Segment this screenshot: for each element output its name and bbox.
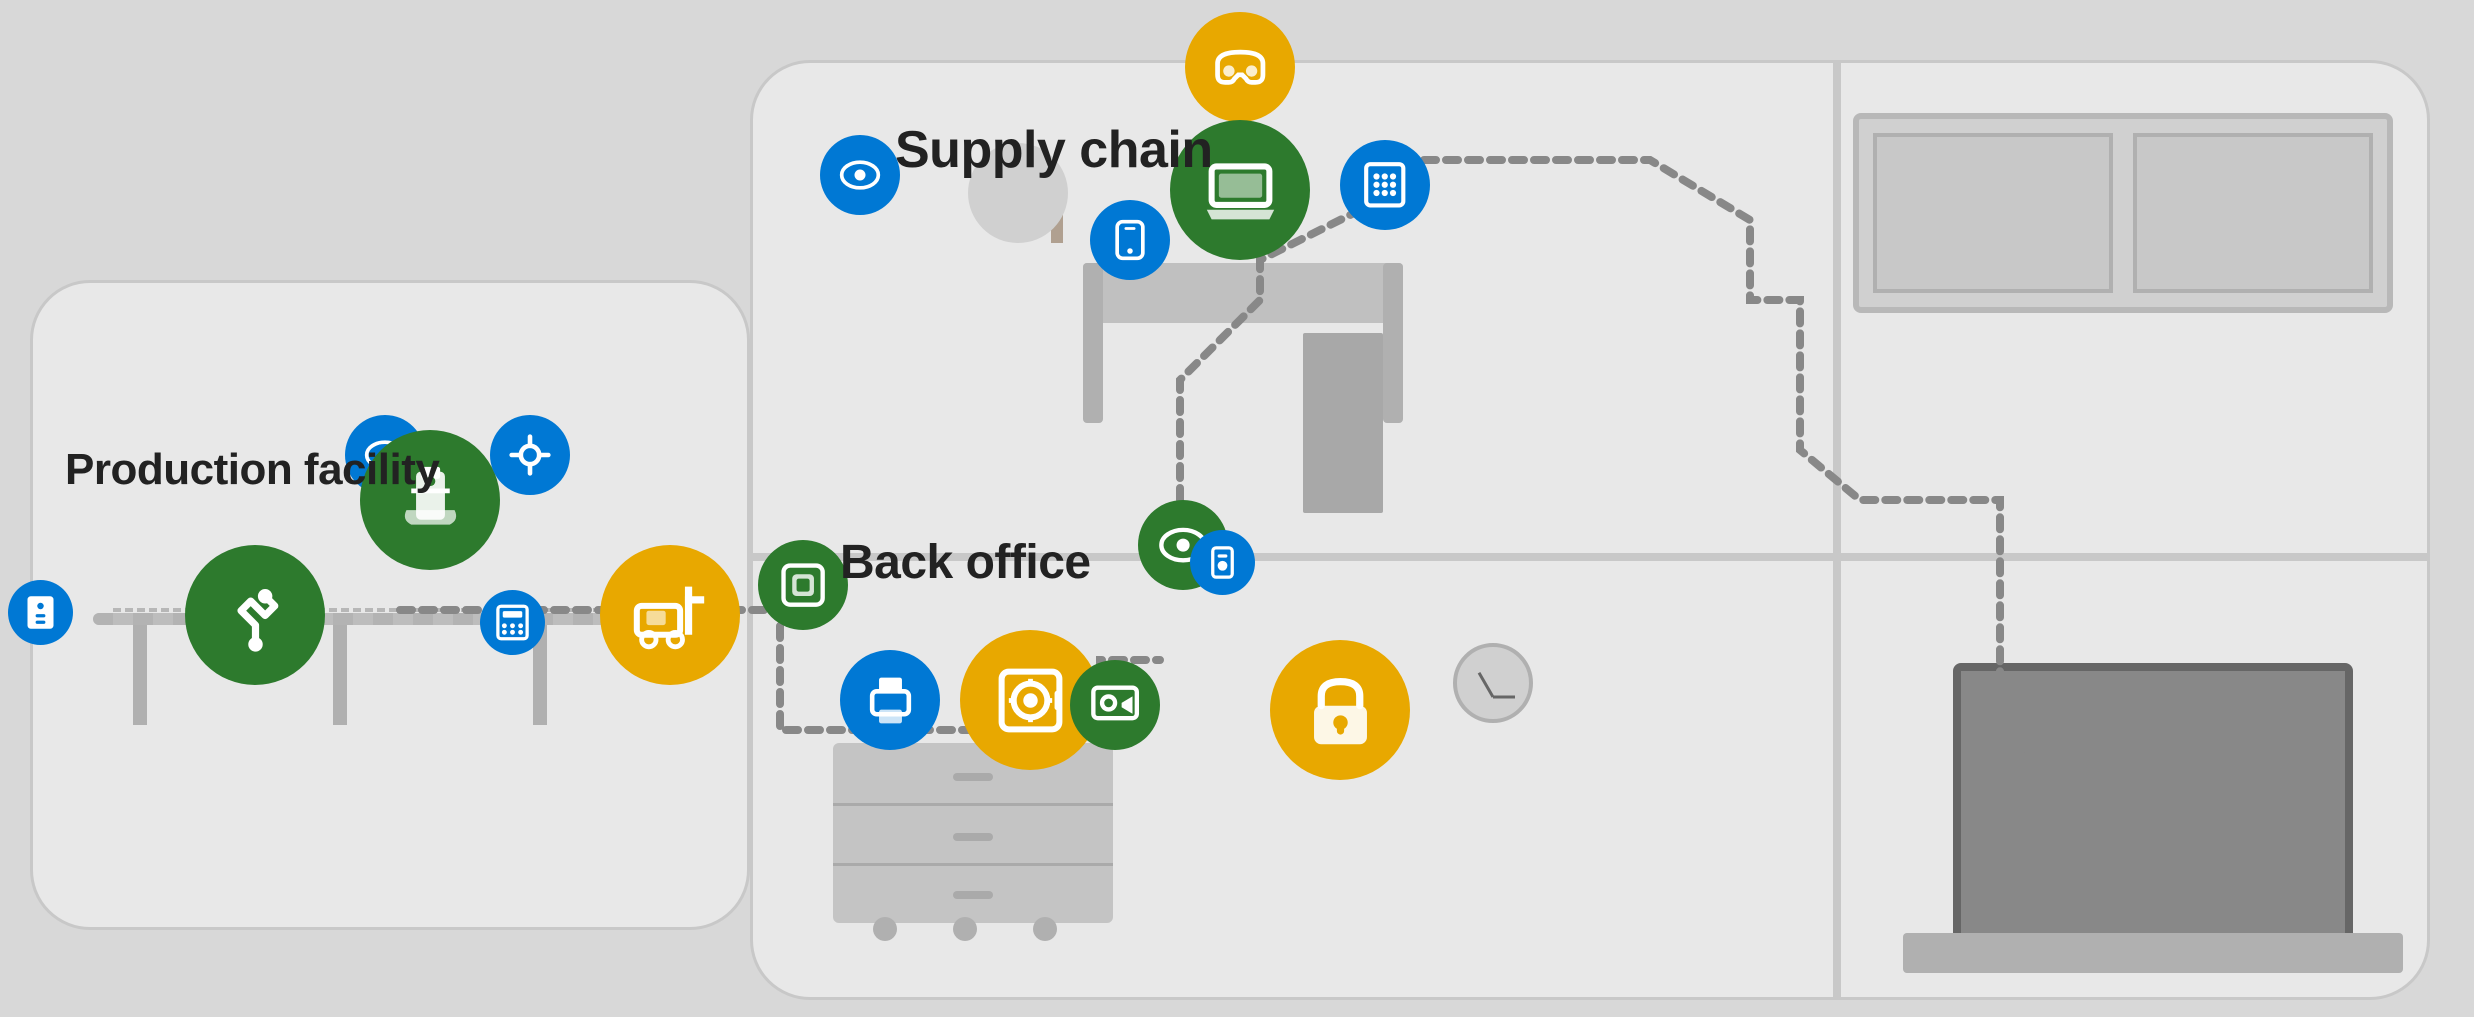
large-monitor [1953, 663, 2353, 943]
sensor-device-backoffice[interactable] [1190, 530, 1255, 595]
pipe-connector[interactable] [490, 415, 570, 495]
vr-headset[interactable] [1185, 12, 1295, 122]
back-office-label: Back office [840, 535, 1091, 590]
wall-clock [1453, 643, 1533, 723]
padlock[interactable] [1270, 640, 1410, 780]
forklift[interactable] [600, 545, 740, 685]
supply-chain-label: Supply chain [895, 120, 1213, 180]
tree-decoration [953, 183, 1053, 383]
main-diagram: .dotted-path { fill: none; stroke: #888;… [0, 0, 2474, 1017]
keypad-production[interactable] [480, 590, 545, 655]
mobile-phone[interactable] [1090, 200, 1170, 280]
door-supply [1303, 333, 1383, 513]
camera-monitor[interactable] [1070, 660, 1160, 750]
robotic-arm[interactable] [185, 545, 325, 685]
right-building [750, 60, 2430, 1000]
numpad-supply[interactable] [1340, 140, 1430, 230]
printer[interactable] [840, 650, 940, 750]
access-reader-backoffice[interactable] [758, 540, 848, 630]
production-label: Production facility [65, 445, 439, 495]
security-camera-supply[interactable] [820, 135, 900, 215]
door-access-panel-1[interactable] [8, 580, 73, 645]
filing-cabinet [833, 743, 1113, 923]
